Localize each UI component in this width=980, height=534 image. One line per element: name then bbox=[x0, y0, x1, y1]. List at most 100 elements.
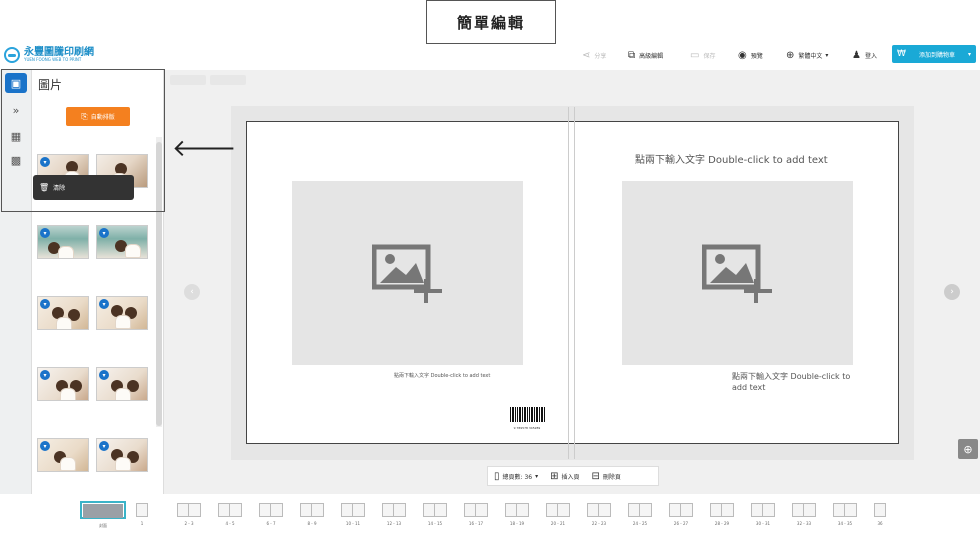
filmstrip-thumb bbox=[300, 503, 324, 517]
filmstrip-thumb bbox=[80, 501, 126, 519]
filmstrip-page[interactable]: 6 - 7 bbox=[259, 503, 283, 526]
logo[interactable]: 永豐圖騰印刷網 YUEN FOONG WEB TO PRINT bbox=[4, 46, 104, 64]
filmstrip-thumb bbox=[382, 503, 406, 517]
filmstrip-page[interactable]: 14 - 15 bbox=[423, 503, 447, 526]
filmstrip-page[interactable]: 30 - 31 bbox=[751, 503, 775, 526]
photo-placeholder-right[interactable] bbox=[622, 181, 853, 365]
filmstrip-cover[interactable]: 封面 bbox=[80, 501, 126, 529]
photo-thumbnail[interactable]: ▾ bbox=[96, 296, 148, 330]
total-pages-select[interactable]: ▯ 總頁數: 36 ▾ bbox=[494, 471, 538, 482]
save-button[interactable]: ▭ 保存 bbox=[690, 48, 715, 62]
filmstrip-page[interactable]: 20 - 21 bbox=[546, 503, 570, 526]
filmstrip-page[interactable]: 36 bbox=[874, 503, 886, 526]
filmstrip-page[interactable]: 34 - 35 bbox=[833, 503, 857, 526]
undo-button[interactable] bbox=[170, 75, 206, 85]
photo-thumbnail[interactable]: ▾ bbox=[37, 367, 89, 401]
filmstrip-label: 24 - 25 bbox=[632, 521, 648, 526]
filmstrip-thumb bbox=[505, 503, 529, 517]
filmstrip-thumb bbox=[874, 503, 886, 517]
chevron-down-icon[interactable]: ▾ bbox=[40, 228, 50, 238]
filmstrip-thumb bbox=[669, 503, 693, 517]
text-box-left[interactable]: 點兩下輸入文字 Double-click to add text bbox=[394, 372, 490, 379]
filmstrip-page[interactable]: 32 - 33 bbox=[792, 503, 816, 526]
filmstrip-label: 26 - 27 bbox=[673, 521, 689, 526]
text-box-right-caption[interactable]: 點兩下輸入文字 Double-click to add text bbox=[732, 371, 862, 393]
photo-thumbnail[interactable]: ▾ bbox=[96, 225, 148, 259]
filmstrip-page[interactable]: 12 - 13 bbox=[382, 503, 406, 526]
filmstrip-label: 8 - 9 bbox=[307, 521, 317, 526]
zoom-in-icon: ⊕ bbox=[963, 442, 973, 456]
chevron-down-icon: ▾ bbox=[535, 472, 539, 480]
preview-button[interactable]: ◉ 預覽 bbox=[738, 48, 763, 62]
text-box-right-title[interactable]: 點兩下輸入文字 Double-click to add text bbox=[635, 151, 828, 166]
redo-button[interactable] bbox=[210, 75, 246, 85]
chevron-down-icon[interactable]: ▾ bbox=[99, 228, 109, 238]
filmstrip-label: 16 - 17 bbox=[468, 521, 484, 526]
chevron-down-icon[interactable]: ▾ bbox=[40, 441, 50, 451]
insert-page-button[interactable]: ⊞ 插入頁 bbox=[550, 471, 579, 482]
delete-page-button[interactable]: ⊟ 刪除頁 bbox=[592, 471, 621, 482]
chevron-down-icon[interactable]: ▾ bbox=[40, 370, 50, 380]
filmstrip-label: 30 - 31 bbox=[755, 521, 771, 526]
filmstrip-page[interactable]: 18 - 19 bbox=[505, 503, 529, 526]
add-to-cart-button[interactable]: ₩ 添加到購物車 ▾ bbox=[892, 45, 976, 63]
filmstrip-thumb bbox=[177, 503, 201, 517]
page-tools-bar: ▯ 總頁數: 36 ▾ ⊞ 插入頁 ⊟ 刪除頁 bbox=[487, 466, 659, 486]
filmstrip-label: 18 - 19 bbox=[509, 521, 525, 526]
book-spine bbox=[568, 107, 575, 459]
filmstrip-page[interactable]: 1 bbox=[136, 503, 148, 526]
filmstrip-page[interactable]: 4 - 5 bbox=[218, 503, 242, 526]
highlight-callout-box bbox=[1, 69, 165, 212]
filmstrip-page[interactable]: 22 - 23 bbox=[587, 503, 611, 526]
eye-icon: ◉ bbox=[738, 49, 747, 61]
filmstrip-thumb bbox=[341, 503, 365, 517]
filmstrip-page[interactable]: 24 - 25 bbox=[628, 503, 652, 526]
header-bar bbox=[0, 44, 980, 68]
filmstrip-label: 36 bbox=[877, 521, 883, 526]
filmstrip-thumb bbox=[136, 503, 148, 517]
filmstrip-page[interactable]: 26 - 27 bbox=[669, 503, 693, 526]
chevron-right-icon: › bbox=[950, 287, 954, 297]
advanced-edit-button[interactable]: ⧉ 高級編輯 bbox=[628, 48, 663, 62]
filmstrip-thumb bbox=[546, 503, 570, 517]
prev-page-button[interactable]: ‹ bbox=[184, 284, 200, 300]
user-icon: ♟ bbox=[852, 49, 861, 61]
photo-thumbnail[interactable]: ▾ bbox=[37, 296, 89, 330]
filmstrip-label: 34 - 35 bbox=[837, 521, 853, 526]
add-image-icon bbox=[701, 244, 772, 303]
chevron-down-icon[interactable]: ▾ bbox=[99, 441, 109, 451]
photo-thumbnail[interactable]: ▾ bbox=[37, 225, 89, 259]
chevron-down-icon: ▾ bbox=[825, 51, 829, 59]
globe-icon: ⊕ bbox=[786, 49, 795, 61]
filmstrip-thumb bbox=[792, 503, 816, 517]
login-button[interactable]: ♟ 登入 bbox=[852, 48, 877, 62]
photo-thumbnail[interactable]: ▾ bbox=[96, 367, 148, 401]
share-button[interactable]: ⋖ 分享 bbox=[582, 48, 606, 62]
share-icon: ⋖ bbox=[582, 49, 591, 61]
next-page-button[interactable]: › bbox=[944, 284, 960, 300]
photo-thumbnail[interactable]: ▾ bbox=[96, 438, 148, 472]
filmstrip-label: 20 - 21 bbox=[550, 521, 566, 526]
photo-placeholder-left[interactable] bbox=[292, 181, 523, 365]
chevron-down-icon[interactable]: ▾ bbox=[99, 299, 109, 309]
filmstrip-page[interactable]: 2 - 3 bbox=[177, 503, 201, 526]
language-select[interactable]: ⊕ 繁體中文 ▾ bbox=[786, 48, 828, 62]
chevron-down-icon[interactable]: ▾ bbox=[99, 370, 109, 380]
undo-redo-bar bbox=[170, 75, 250, 85]
filmstrip-page[interactable]: 8 - 9 bbox=[300, 503, 324, 526]
add-image-icon bbox=[371, 244, 442, 303]
cart-icon: ₩ bbox=[897, 49, 906, 59]
filmstrip-page[interactable]: 28 - 29 bbox=[710, 503, 734, 526]
filmstrip-label: 28 - 29 bbox=[714, 521, 730, 526]
filmstrip-page[interactable]: 16 - 17 bbox=[464, 503, 488, 526]
filmstrip-label: 22 - 23 bbox=[591, 521, 607, 526]
photo-thumbnail[interactable]: ▾ bbox=[37, 438, 89, 472]
filmstrip-label: 4 - 5 bbox=[225, 521, 235, 526]
filmstrip-label: 封面 bbox=[99, 523, 107, 528]
zoom-button[interactable]: ⊕ bbox=[958, 439, 978, 459]
chevron-down-icon[interactable]: ▾ bbox=[40, 299, 50, 309]
filmstrip-page[interactable]: 10 - 11 bbox=[341, 503, 365, 526]
barcode-bars bbox=[510, 407, 545, 422]
filmstrip-label: 32 - 33 bbox=[796, 521, 812, 526]
barcode: 9 789578 345289 bbox=[509, 407, 545, 430]
